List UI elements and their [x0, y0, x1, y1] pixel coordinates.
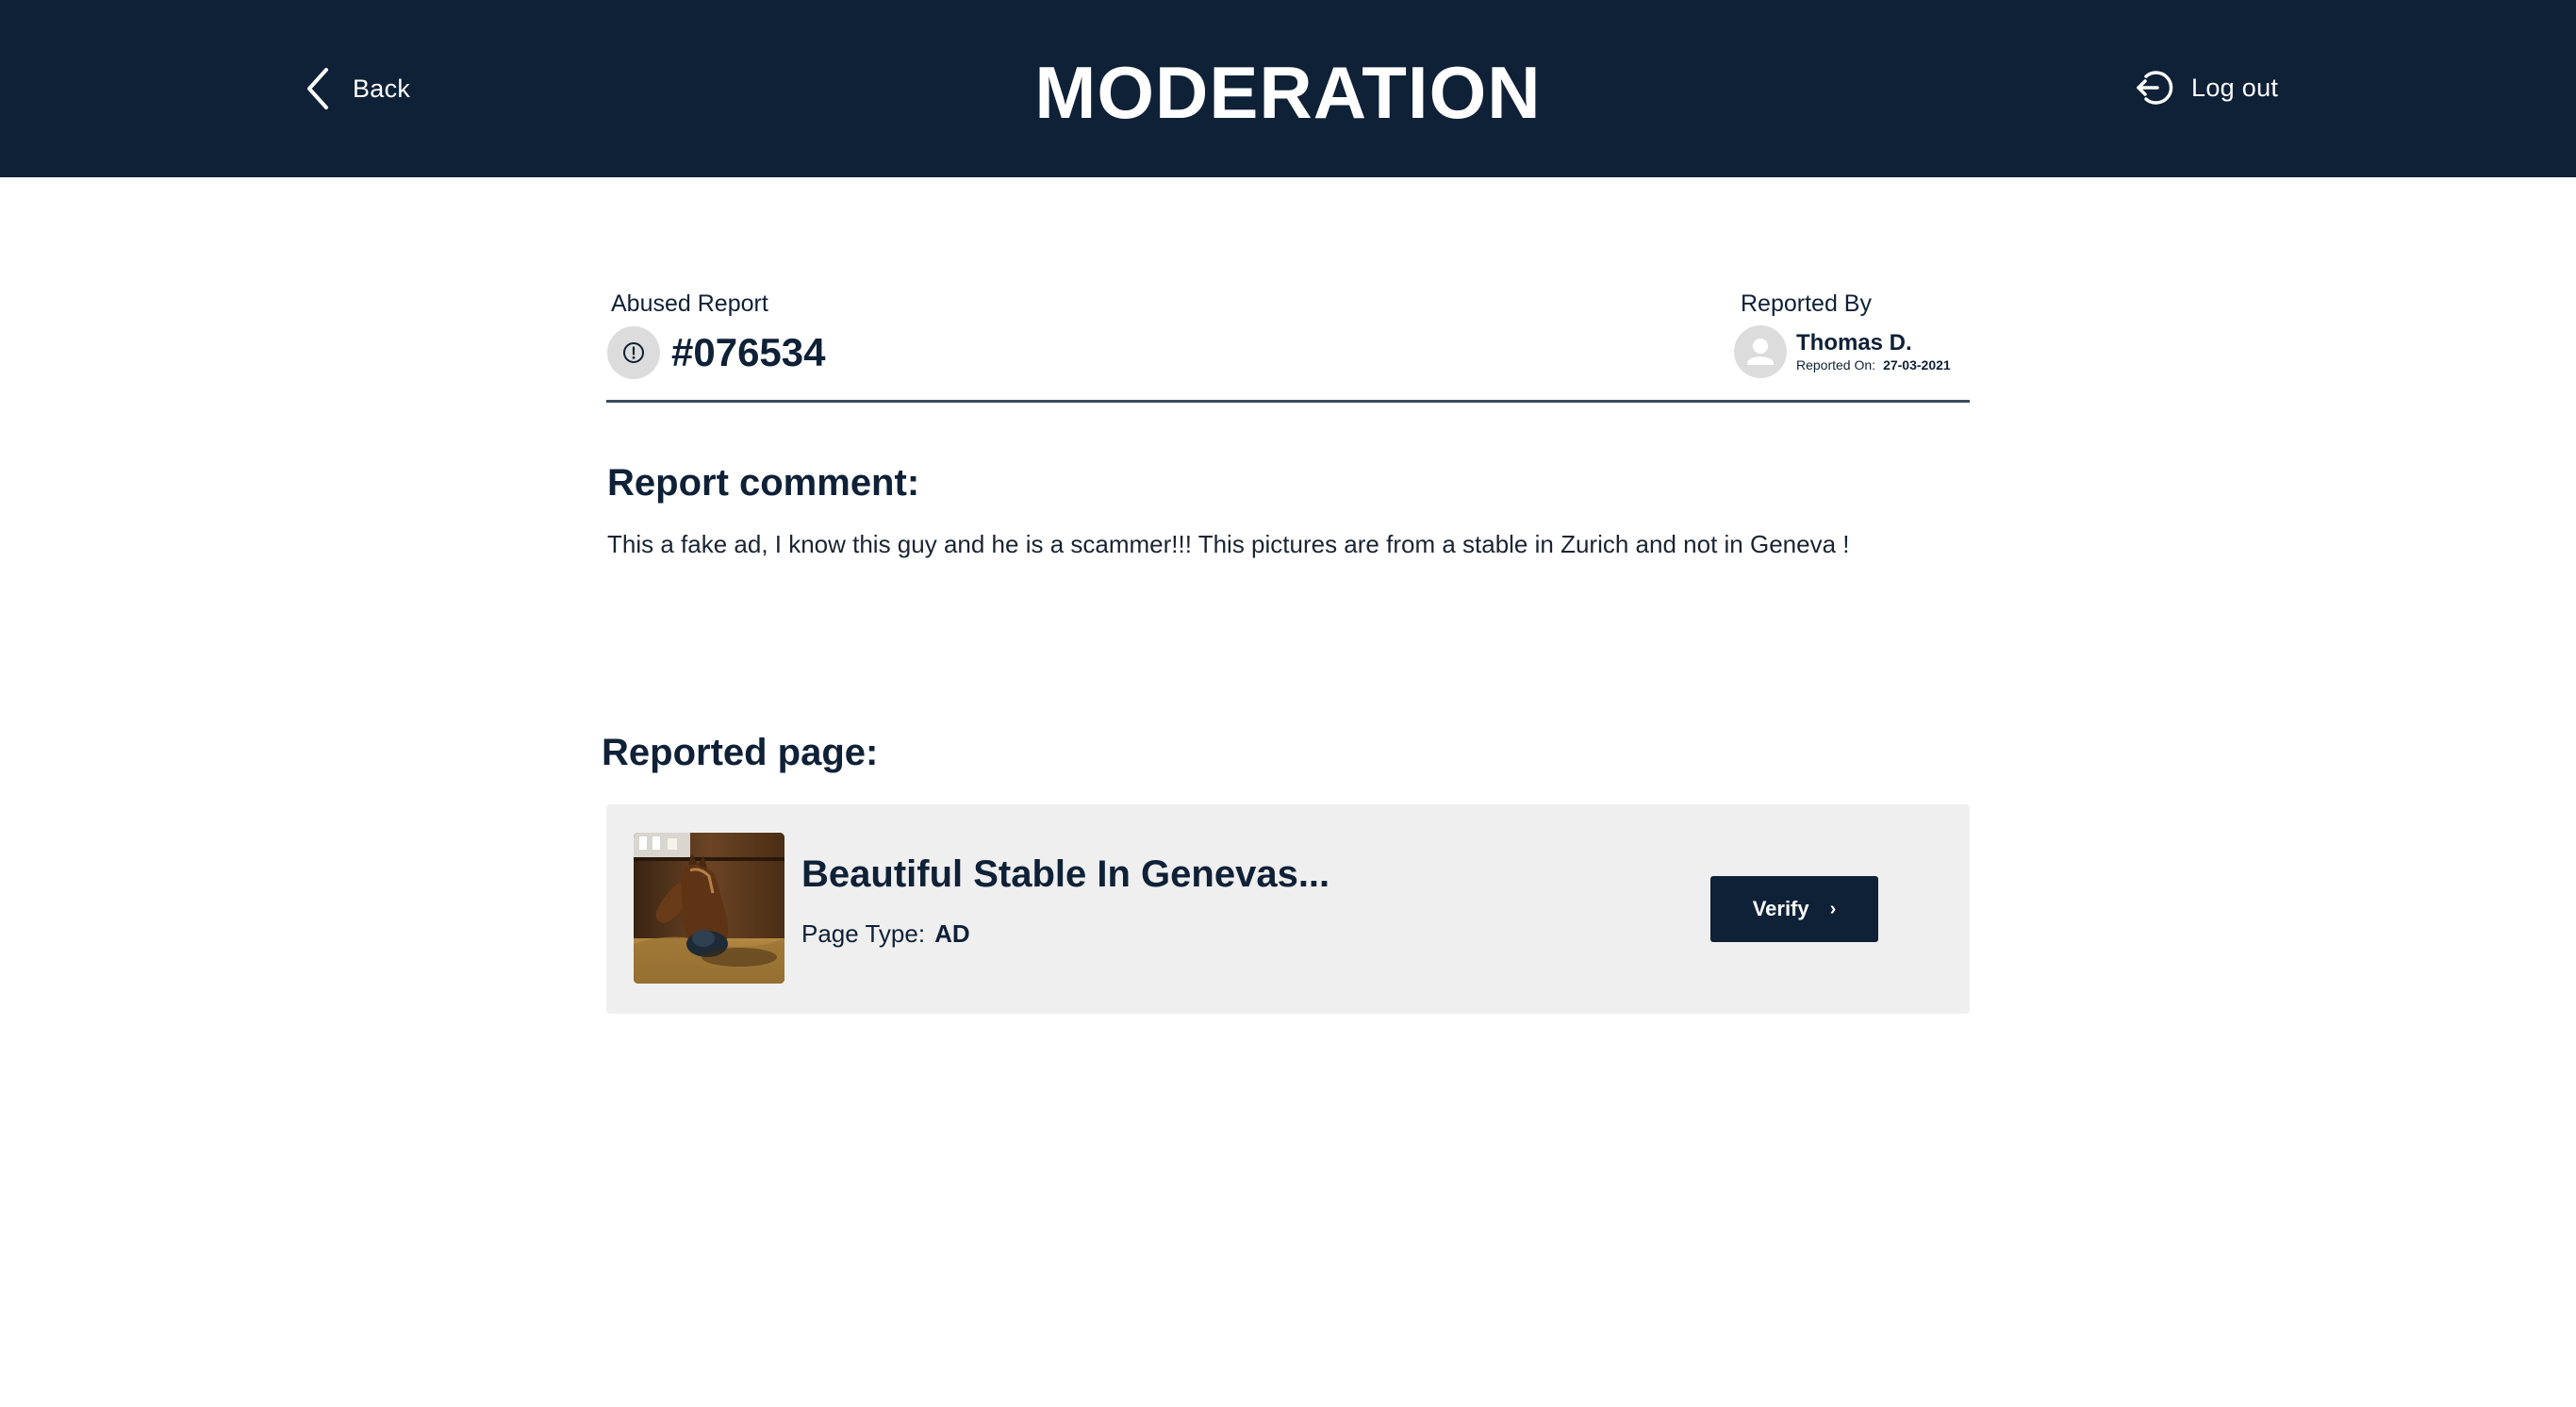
- report-comment-heading: Report comment:: [607, 462, 920, 504]
- logout-label: Log out: [2191, 73, 2279, 102]
- reported-page-heading: Reported page:: [602, 732, 879, 773]
- page-type-value: AD: [934, 919, 970, 948]
- section-divider: [606, 400, 1970, 403]
- verify-label: Verify: [1752, 897, 1809, 920]
- reported-page-title[interactable]: Beautiful Stable In Genevas...: [801, 853, 1329, 896]
- reporter-name: Thomas D.: [1796, 330, 1912, 356]
- report-comment-text: This a fake ad, I know this guy and he i…: [607, 530, 1850, 558]
- report-id-row: #076534: [607, 326, 826, 379]
- reported-by-label: Reported By: [1741, 290, 1872, 317]
- top-bar: Back MODERATION Log out: [0, 0, 2576, 177]
- abused-report-label: Abused Report: [611, 290, 768, 317]
- reported-on-label: Reported On:: [1796, 357, 1876, 372]
- horse-in-stable-photo: [634, 833, 784, 984]
- report-id: #076534: [671, 330, 826, 374]
- chevron-right-icon: ›: [1829, 898, 1837, 919]
- reported-page-card: Beautiful Stable In Genevas... Page Type…: [606, 804, 1970, 1014]
- reported-on-date: 27-03-2021: [1883, 357, 1951, 372]
- logout-icon: [2137, 71, 2173, 105]
- user-avatar-icon: [1734, 325, 1787, 378]
- logout-button[interactable]: Log out: [2135, 66, 2278, 109]
- verify-button[interactable]: Verify ›: [1710, 876, 1878, 942]
- page-type: Page Type: AD: [801, 919, 970, 949]
- alert-circle-icon: [607, 326, 660, 379]
- page-type-label: Page Type:: [801, 919, 926, 948]
- reporter-info[interactable]: Thomas D. Reported On: 27-03-2021: [1734, 325, 1951, 378]
- reported-on: Reported On: 27-03-2021: [1796, 356, 1951, 373]
